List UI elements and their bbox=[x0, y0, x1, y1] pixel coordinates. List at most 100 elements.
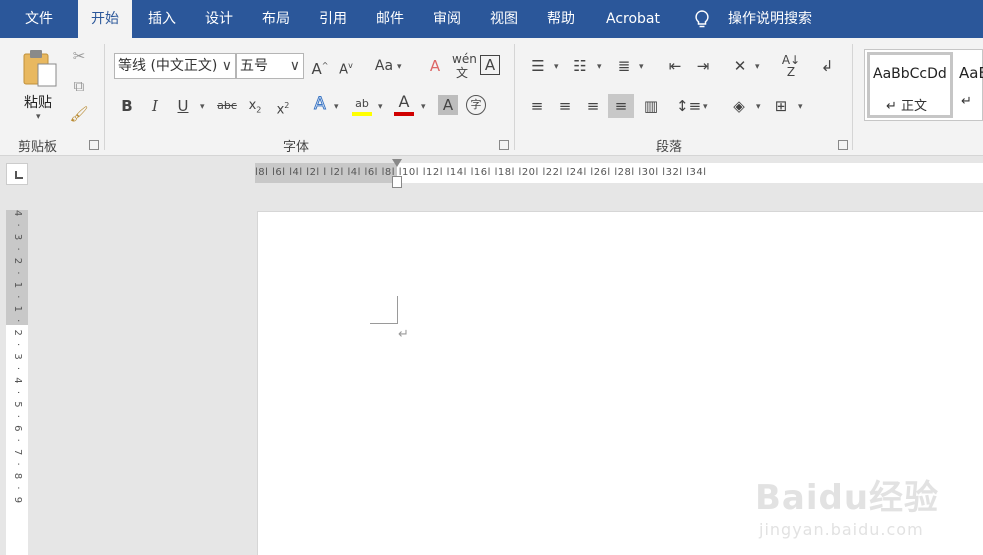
font-name-combo[interactable]: 等线 (中文正文) ∨ bbox=[114, 53, 236, 79]
vertical-ruler[interactable]: 4 · 3 · 2 · 1 · 1 · 2 · 3 · 4 · 5 · 6 · … bbox=[6, 210, 28, 555]
clipboard-group-label: 剪贴板 bbox=[18, 140, 58, 155]
justify-icon[interactable]: ≡ bbox=[608, 94, 634, 118]
copy-icon[interactable]: ⧉ bbox=[68, 76, 90, 96]
tab-3[interactable]: 设计 bbox=[192, 0, 246, 38]
numbering-icon[interactable]: ☷ bbox=[568, 56, 592, 76]
tab-8[interactable]: 视图 bbox=[476, 0, 532, 38]
format-painter-icon[interactable]: 🖌 bbox=[68, 104, 90, 124]
chinese-layout-icon[interactable]: ✕ bbox=[728, 56, 752, 76]
font-dialog-launcher-icon[interactable] bbox=[499, 140, 509, 150]
change-case-dropdown-icon[interactable]: ▾ bbox=[397, 62, 402, 72]
decrease-indent-icon[interactable]: ⇤ bbox=[664, 56, 686, 76]
font-size-combo[interactable]: 五号 ∨ bbox=[236, 53, 304, 79]
vruler-ticks: 4 · 3 · 2 · 1 · 1 · 2 · 3 · 4 · 5 · 6 · … bbox=[12, 210, 23, 506]
highlight-color-button[interactable]: ab bbox=[350, 94, 374, 118]
styles-gallery: AaBbCcDd ↵ 正文 AaB ↵ bbox=[864, 49, 983, 121]
tab-4[interactable]: 布局 bbox=[248, 0, 304, 38]
style-normal[interactable]: AaBbCcDd ↵ 正文 bbox=[867, 52, 953, 118]
left-indent-marker[interactable] bbox=[392, 176, 402, 188]
text-effects-dropdown-icon[interactable]: ▾ bbox=[334, 102, 339, 112]
tab-5[interactable]: 引用 bbox=[305, 0, 361, 38]
style-sample-text: AaBbCcDd bbox=[873, 66, 947, 82]
cut-icon[interactable]: ✂ bbox=[68, 46, 90, 66]
shading-icon[interactable]: ◈ bbox=[728, 96, 750, 116]
font-color-button[interactable]: A bbox=[392, 92, 416, 118]
style-next-name: ↵ bbox=[961, 94, 972, 109]
align-right-icon[interactable]: ≡ bbox=[582, 96, 604, 116]
bullets-icon[interactable]: ☰ bbox=[526, 56, 550, 76]
line-spacing-icon[interactable]: ↕≡ bbox=[676, 96, 701, 116]
multilevel-list-dropdown-icon[interactable]: ▾ bbox=[639, 62, 644, 72]
ribbon: 粘贴 ▾ ✂ ⧉ 🖌 剪贴板 等线 (中文正文) ∨ 五号 ∨ A^ Av Aa… bbox=[0, 38, 983, 156]
chevron-down-icon: ∨ bbox=[221, 58, 232, 74]
tab-9[interactable]: 帮助 bbox=[533, 0, 589, 38]
italic-icon[interactable]: I bbox=[146, 96, 164, 116]
underline-dropdown-icon[interactable]: ▾ bbox=[200, 102, 205, 112]
font-color-dropdown-icon[interactable]: ▾ bbox=[421, 102, 426, 112]
increase-indent-icon[interactable]: ⇥ bbox=[692, 56, 714, 76]
shrink-font-icon[interactable]: Av bbox=[336, 56, 356, 80]
paragraph-mark: ↵ bbox=[398, 327, 409, 342]
ribbon-tab-bar: 文件 开始 插入 设计 布局 引用 邮件 审阅 视图 帮助 Acrobat 操作说明搜索 bbox=[0, 0, 983, 38]
watermark-url: jingyan.baidu.com bbox=[759, 520, 924, 539]
align-center-icon[interactable]: ≡ bbox=[554, 96, 576, 116]
chinese-layout-dropdown-icon[interactable]: ▾ bbox=[755, 62, 760, 72]
character-shading-icon[interactable]: A bbox=[438, 95, 458, 115]
font-color-bar bbox=[394, 112, 414, 116]
superscript-icon[interactable]: x2 bbox=[272, 96, 294, 120]
change-case-icon[interactable]: Aa bbox=[372, 56, 396, 76]
distributed-icon[interactable]: ▥ bbox=[640, 96, 662, 116]
style-name-label: ↵ 正文 bbox=[886, 99, 928, 114]
shading-dropdown-icon[interactable]: ▾ bbox=[756, 102, 761, 112]
chevron-down-icon: ∨ bbox=[289, 58, 300, 74]
clipboard-dialog-launcher-icon[interactable] bbox=[89, 140, 99, 150]
group-separator bbox=[104, 44, 105, 150]
text-effects-icon[interactable]: A bbox=[308, 94, 332, 115]
paste-dropdown-icon[interactable]: ▾ bbox=[36, 112, 41, 122]
paste-button[interactable]: 粘贴 ▾ bbox=[18, 46, 62, 126]
first-line-indent-marker[interactable] bbox=[392, 159, 402, 167]
ruler-ticks: l8l l6l l4l l2l l l2l l4l l6l l8l l10l l… bbox=[255, 167, 707, 178]
tab-selector-button[interactable] bbox=[6, 163, 28, 185]
tab-7[interactable]: 审阅 bbox=[419, 0, 475, 38]
bullets-dropdown-icon[interactable]: ▾ bbox=[554, 62, 559, 72]
tab-6[interactable]: 邮件 bbox=[362, 0, 418, 38]
strikethrough-icon[interactable]: abc bbox=[214, 96, 240, 116]
enclose-characters-icon[interactable]: 字 bbox=[466, 95, 486, 115]
font-color-icon: A bbox=[398, 92, 410, 111]
clipboard-paste-icon bbox=[23, 50, 57, 87]
clear-formatting-icon[interactable]: A bbox=[424, 56, 446, 76]
tab-0[interactable]: 文件 bbox=[10, 0, 68, 38]
line-spacing-dropdown-icon[interactable]: ▾ bbox=[703, 102, 708, 112]
highlighter-icon: ab bbox=[355, 97, 369, 110]
sort-icon[interactable]: A↓ Z bbox=[780, 54, 802, 78]
numbering-dropdown-icon[interactable]: ▾ bbox=[597, 62, 602, 72]
lightbulb-icon bbox=[695, 10, 709, 28]
paragraph-dialog-launcher-icon[interactable] bbox=[838, 140, 848, 150]
borders-dropdown-icon[interactable]: ▾ bbox=[798, 102, 803, 112]
tab-1[interactable]: 开始 bbox=[78, 0, 132, 38]
multilevel-list-icon[interactable]: ≣ bbox=[612, 56, 636, 76]
watermark: Baidu经验 jingyan.baidu.com bbox=[755, 452, 980, 552]
font-name-value: 等线 (中文正文) bbox=[118, 58, 218, 74]
underline-icon[interactable]: U bbox=[174, 96, 192, 116]
paste-label: 粘贴 bbox=[24, 95, 52, 111]
highlight-dropdown-icon[interactable]: ▾ bbox=[378, 102, 383, 112]
highlight-color-bar bbox=[352, 112, 372, 116]
group-separator bbox=[514, 44, 515, 150]
tab-10[interactable]: Acrobat bbox=[594, 0, 672, 38]
grow-font-icon[interactable]: A^ bbox=[310, 56, 330, 79]
group-separator bbox=[852, 44, 853, 150]
phonetic-guide-icon[interactable]: wén 文 bbox=[452, 52, 477, 80]
character-border-icon[interactable]: A bbox=[480, 55, 500, 75]
horizontal-ruler[interactable]: l8l l6l l4l l2l l l2l l4l l6l l8l l10l l… bbox=[255, 163, 983, 183]
align-left-icon[interactable]: ≡ bbox=[526, 96, 548, 116]
tab-2[interactable]: 插入 bbox=[134, 0, 190, 38]
paragraph-group-label: 段落 bbox=[656, 140, 683, 155]
subscript-icon[interactable]: x2 bbox=[244, 96, 266, 121]
watermark-logo: Baidu经验 bbox=[755, 478, 940, 518]
show-hide-marks-icon[interactable]: ↲ bbox=[816, 56, 838, 76]
style-next-sample[interactable]: AaB bbox=[959, 64, 983, 82]
borders-icon[interactable]: ⊞ bbox=[770, 96, 792, 116]
bold-icon[interactable]: B bbox=[118, 96, 136, 116]
